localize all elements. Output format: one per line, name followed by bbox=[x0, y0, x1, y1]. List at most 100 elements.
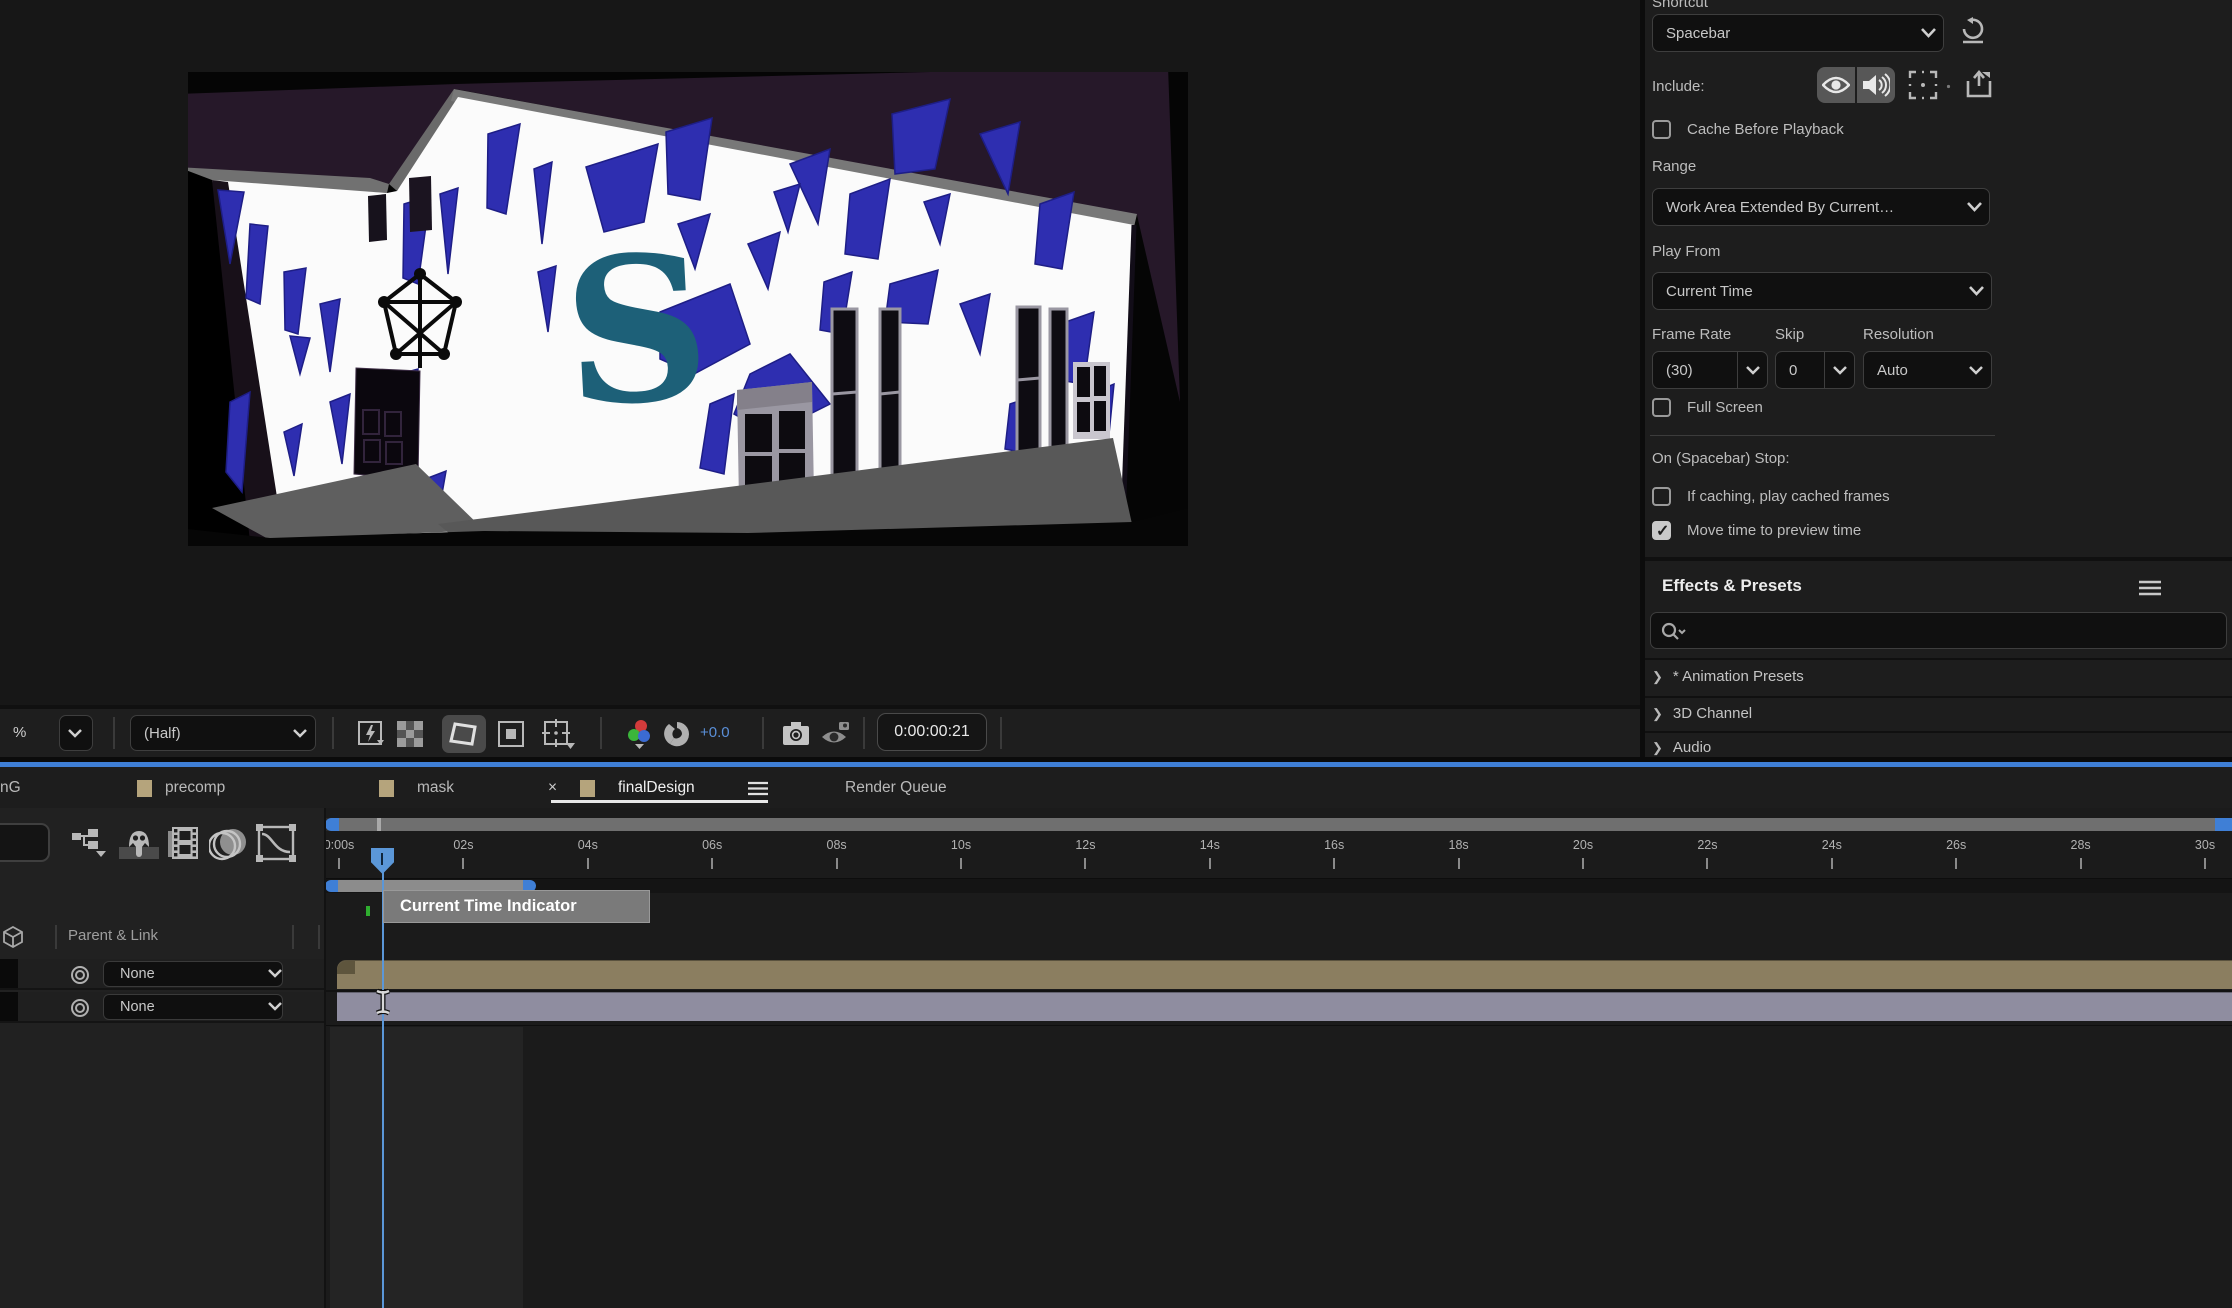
frame-rate-value: (30) bbox=[1653, 362, 1737, 379]
column-divider[interactable] bbox=[55, 925, 57, 949]
tooltip-text: Current Time Indicator bbox=[400, 897, 577, 915]
grid-guides-icon[interactable] bbox=[540, 719, 578, 749]
move-time-checkbox[interactable] bbox=[1652, 521, 1671, 540]
preview-separator bbox=[1650, 435, 1995, 436]
column-divider[interactable] bbox=[292, 925, 294, 949]
exposure-value[interactable]: +0.0 bbox=[700, 709, 730, 757]
play-from-label: Play From bbox=[1652, 243, 1720, 260]
toolbar-divider bbox=[113, 717, 115, 749]
timeline-panel: nG precomp mask × finalDesign Render Que… bbox=[0, 767, 2232, 1308]
chevron-down-icon bbox=[1959, 202, 1989, 212]
frame-rate-dropdown[interactable]: (30) bbox=[1652, 351, 1768, 389]
skip-label: Skip bbox=[1775, 326, 1804, 343]
resolution-preview-dropdown[interactable]: Auto bbox=[1863, 351, 1992, 389]
range-dropdown-value: Work Area Extended By Current… bbox=[1653, 199, 1959, 216]
frame-blending-icon[interactable] bbox=[164, 824, 204, 862]
content-separator bbox=[325, 1025, 2232, 1026]
comp-color-chip bbox=[379, 780, 394, 797]
region-of-interest-icon[interactable] bbox=[495, 719, 527, 749]
comp-color-chip bbox=[580, 780, 595, 797]
reset-icon[interactable] bbox=[1958, 14, 1988, 48]
chevron-down-icon bbox=[1913, 28, 1943, 38]
parent-link-column-header[interactable]: Parent & Link bbox=[68, 927, 158, 944]
layer-color-chip[interactable] bbox=[0, 992, 18, 1021]
show-snapshot-eye-icon[interactable] bbox=[820, 719, 854, 749]
effects-presets-title: Effects & Presets bbox=[1662, 576, 1802, 596]
tab-render-queue[interactable]: Render Queue bbox=[845, 767, 947, 808]
chevron-down-icon bbox=[285, 729, 315, 738]
if-caching-checkbox[interactable] bbox=[1652, 487, 1671, 506]
motion-blur-icon[interactable] bbox=[208, 826, 250, 862]
panel-divider[interactable] bbox=[1640, 0, 1645, 757]
layer-row[interactable]: None bbox=[0, 959, 325, 990]
fx-group-animation-presets[interactable]: ❯ * Animation Presets bbox=[1652, 668, 1804, 685]
comp-color-chip bbox=[137, 780, 152, 797]
scrollbar-cti-marker bbox=[377, 818, 381, 831]
scrollbar-left-handle[interactable] bbox=[325, 818, 339, 831]
layer-row[interactable]: None bbox=[0, 992, 325, 1023]
resolution-label: Resolution bbox=[1863, 326, 1934, 343]
chevron-down-icon bbox=[268, 999, 282, 1015]
current-time-indicator-line[interactable] bbox=[382, 870, 384, 1308]
layer-duration-bar-2[interactable] bbox=[337, 992, 2232, 1021]
fx-group-3d-channel[interactable]: ❯ 3D Channel bbox=[1652, 705, 1752, 722]
layer-duration-bar-1[interactable] bbox=[337, 960, 2232, 989]
panel-menu-hamburger-icon[interactable] bbox=[2137, 578, 2163, 598]
timeline-track-area: 0:00s02s04s06s08s10s12s14s16s18s20s22s24… bbox=[325, 808, 2232, 1308]
magnification-dropdown[interactable] bbox=[59, 715, 93, 751]
skip-dropdown[interactable]: 0 bbox=[1775, 351, 1855, 389]
fx-group-label: 3D Channel bbox=[1673, 705, 1752, 722]
full-screen-checkbox[interactable] bbox=[1652, 398, 1671, 417]
include-video-eye-icon[interactable] bbox=[1817, 67, 1855, 103]
columns-tracks-divider[interactable] bbox=[324, 808, 326, 1308]
resolution-dropdown-value: (Half) bbox=[131, 725, 285, 742]
fast-previews-icon[interactable] bbox=[355, 719, 387, 749]
composition-viewport[interactable]: S bbox=[188, 72, 1188, 546]
exposure-icon[interactable] bbox=[662, 719, 692, 749]
play-from-dropdown[interactable]: Current Time bbox=[1652, 272, 1992, 310]
3d-cube-icon[interactable] bbox=[2, 926, 24, 948]
tooltip: Current Time Indicator bbox=[383, 890, 650, 923]
transparency-grid-icon[interactable] bbox=[394, 719, 426, 749]
column-divider[interactable] bbox=[318, 925, 320, 949]
timecode-display[interactable]: 0:00:00:21 bbox=[877, 713, 987, 751]
timeline-left-columns: Parent & Link None bbox=[0, 808, 325, 1308]
if-caching-label: If caching, play cached frames bbox=[1687, 488, 1890, 505]
timeline-horizontal-scrollbar[interactable] bbox=[325, 818, 2232, 831]
cache-before-playback-checkbox[interactable] bbox=[1652, 120, 1671, 139]
snapshot-camera-icon[interactable] bbox=[780, 719, 812, 749]
comp-mini-flowchart-icon[interactable] bbox=[70, 826, 110, 860]
parent-dropdown[interactable]: None bbox=[103, 961, 283, 987]
effects-search-input[interactable] bbox=[1650, 612, 2227, 649]
frame-rate-label: Frame Rate bbox=[1652, 326, 1731, 343]
chevron-down-icon bbox=[1824, 352, 1854, 388]
range-label: Range bbox=[1652, 158, 1696, 175]
current-time-field[interactable] bbox=[0, 823, 50, 862]
work-area-start-handle[interactable] bbox=[325, 880, 338, 892]
pickwhip-icon[interactable] bbox=[68, 996, 92, 1020]
shy-layers-icon[interactable] bbox=[116, 826, 162, 862]
shortcut-dropdown[interactable]: Spacebar bbox=[1652, 14, 1944, 52]
include-overlays-icon[interactable] bbox=[1907, 69, 1939, 101]
chevron-right-icon: ❯ bbox=[1652, 706, 1663, 722]
tab-menu-hamburger-icon[interactable] bbox=[746, 780, 770, 796]
scrollbar-right-handle[interactable] bbox=[2215, 818, 2232, 831]
tab-mask[interactable]: mask bbox=[417, 767, 454, 808]
scrollbar-thumb[interactable] bbox=[339, 818, 2215, 831]
channel-rgb-icon[interactable] bbox=[624, 717, 654, 751]
mask-visibility-icon[interactable] bbox=[442, 715, 486, 753]
fx-group-audio[interactable]: ❯ Audio bbox=[1652, 739, 1711, 756]
include-audio-speaker-icon[interactable] bbox=[1857, 67, 1895, 103]
move-time-label: Move time to preview time bbox=[1687, 522, 1861, 539]
include-dot-separator bbox=[1945, 83, 1951, 89]
pickwhip-icon[interactable] bbox=[68, 963, 92, 987]
graph-editor-icon[interactable] bbox=[254, 824, 298, 862]
layer-color-chip[interactable] bbox=[0, 959, 18, 988]
tab-truncated[interactable]: nG bbox=[0, 767, 21, 808]
parent-dropdown[interactable]: None bbox=[103, 994, 283, 1020]
range-dropdown[interactable]: Work Area Extended By Current… bbox=[1652, 188, 1990, 226]
tab-precomp[interactable]: precomp bbox=[165, 767, 225, 808]
fx-group-label: * Animation Presets bbox=[1673, 668, 1804, 685]
include-export-icon[interactable] bbox=[1962, 67, 1996, 101]
resolution-dropdown[interactable]: (Half) bbox=[130, 715, 316, 751]
